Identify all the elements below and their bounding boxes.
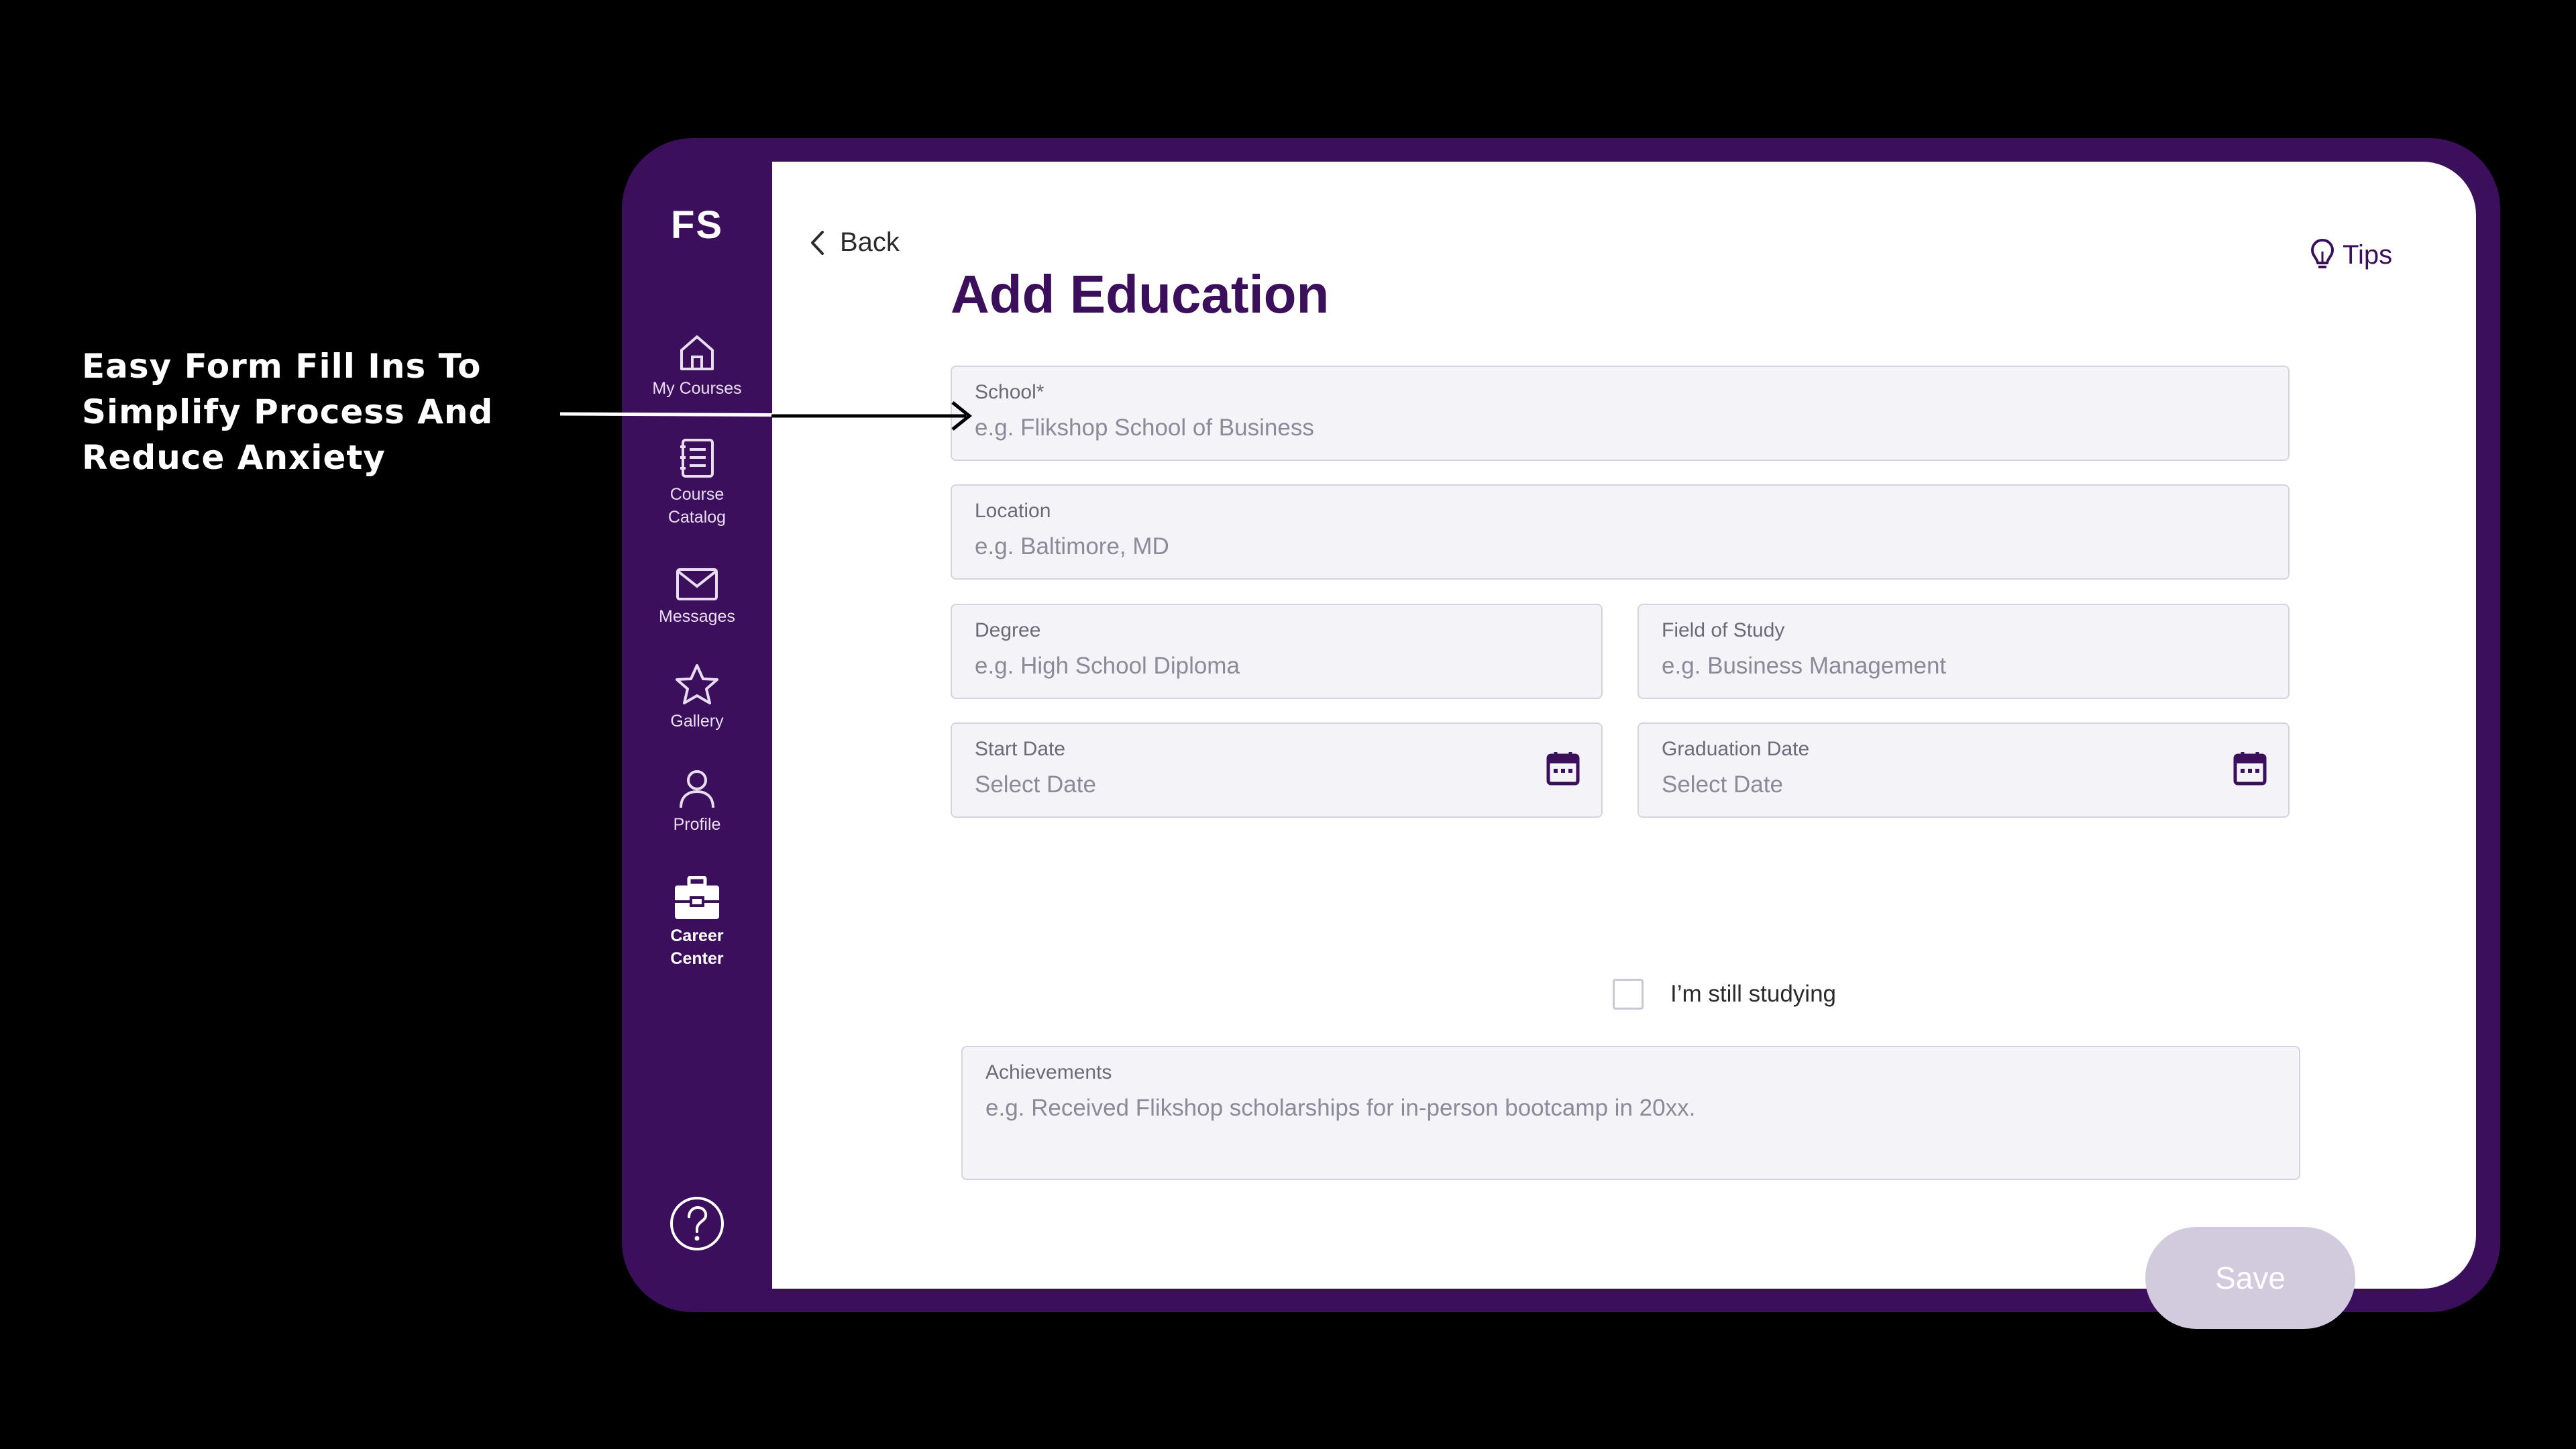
sidebar-item-my-courses[interactable]: My Courses [622,333,772,400]
still-studying-checkbox[interactable] [1613,979,1644,1010]
sidebar-item-messages[interactable]: Messages [622,568,772,628]
school-placeholder: e.g. Flikshop School of Business [975,415,1314,441]
main-panel: Back Tips Add Education School* e.g. Fli… [772,162,2476,1329]
star-icon [676,664,718,704]
sidebar-item-label: My Courses [652,379,742,398]
school-label: School* [975,381,1044,403]
user-icon [680,770,714,808]
calendar-icon[interactable] [1546,751,1580,786]
help-icon [670,1197,724,1250]
chevron-left-icon [811,230,824,255]
start-date-label: Start Date [975,738,1066,760]
lightbulb-icon [2311,239,2334,268]
sidebar-item-label: Profile [673,815,721,834]
sidebar-item-label: Gallery [670,712,724,731]
home-icon [680,335,714,370]
degree-placeholder: e.g. High School Diploma [975,653,1240,679]
briefcase-icon [675,876,719,919]
sidebar-item-gallery[interactable]: Gallery [622,663,772,733]
annotation-line-2: Simplify Process And [82,392,494,431]
device-frame: FS My Courses Course Catalog Messages Ga… [622,138,2500,1329]
save-button[interactable]: Save [2145,1227,2355,1329]
annotation-callout: Easy Form Fill Ins To Simplify Process A… [82,343,511,480]
sidebar-item-career-center[interactable]: Career Center [622,876,772,970]
field-of-study-placeholder: e.g. Business Management [1662,653,1947,679]
tips-label: Tips [2343,239,2393,270]
field-of-study-label: Field of Study [1662,619,1785,641]
still-studying-row[interactable]: I’m still studying [1613,979,1836,1010]
degree-label: Degree [975,619,1041,641]
graduation-date-label: Graduation Date [1662,738,1810,760]
sidebar-item-label: Course Catalog [667,485,727,527]
annotation-line-1: Easy Form Fill Ins To [82,347,482,386]
help-button[interactable] [669,1195,725,1252]
mail-icon [676,568,718,600]
graduation-date-field[interactable]: Graduation Date Select Date [1638,722,2290,818]
sidebar-item-label: Career Center [670,926,724,968]
still-studying-label: I’m still studying [1670,981,1837,1007]
sidebar-item-label: Messages [659,607,735,626]
degree-field[interactable]: Degree e.g. High School Diploma [951,604,1603,699]
location-field[interactable]: Location e.g. Baltimore, MD [951,484,2290,580]
location-label: Location [975,500,1051,522]
sidebar: FS My Courses Course Catalog Messages Ga… [622,138,772,1312]
start-date-field[interactable]: Start Date Select Date [951,722,1603,818]
back-label: Back [840,227,900,257]
achievements-placeholder: e.g. Received Flikshop scholarships for … [985,1095,1696,1121]
school-field[interactable]: School* e.g. Flikshop School of Business [951,366,2290,461]
back-button[interactable]: Back [809,227,900,258]
graduation-date-placeholder: Select Date [1662,771,1783,798]
catalog-icon [680,439,714,478]
achievements-label: Achievements [985,1061,1112,1083]
page-title: Add Education [951,264,1330,324]
tips-button[interactable]: Tips [2310,238,2392,272]
sidebar-item-course-catalog[interactable]: Course Catalog [622,437,772,529]
achievements-field[interactable]: Achievements e.g. Received Flikshop scho… [961,1046,2300,1180]
annotation-line-3: Reduce Anxiety [82,438,386,477]
app-logo: FS [670,203,724,247]
sidebar-item-profile[interactable]: Profile [622,769,772,836]
field-of-study-field[interactable]: Field of Study e.g. Business Management [1638,604,2290,699]
calendar-icon[interactable] [2233,751,2267,786]
location-placeholder: e.g. Baltimore, MD [975,533,1169,559]
start-date-placeholder: Select Date [975,771,1096,798]
